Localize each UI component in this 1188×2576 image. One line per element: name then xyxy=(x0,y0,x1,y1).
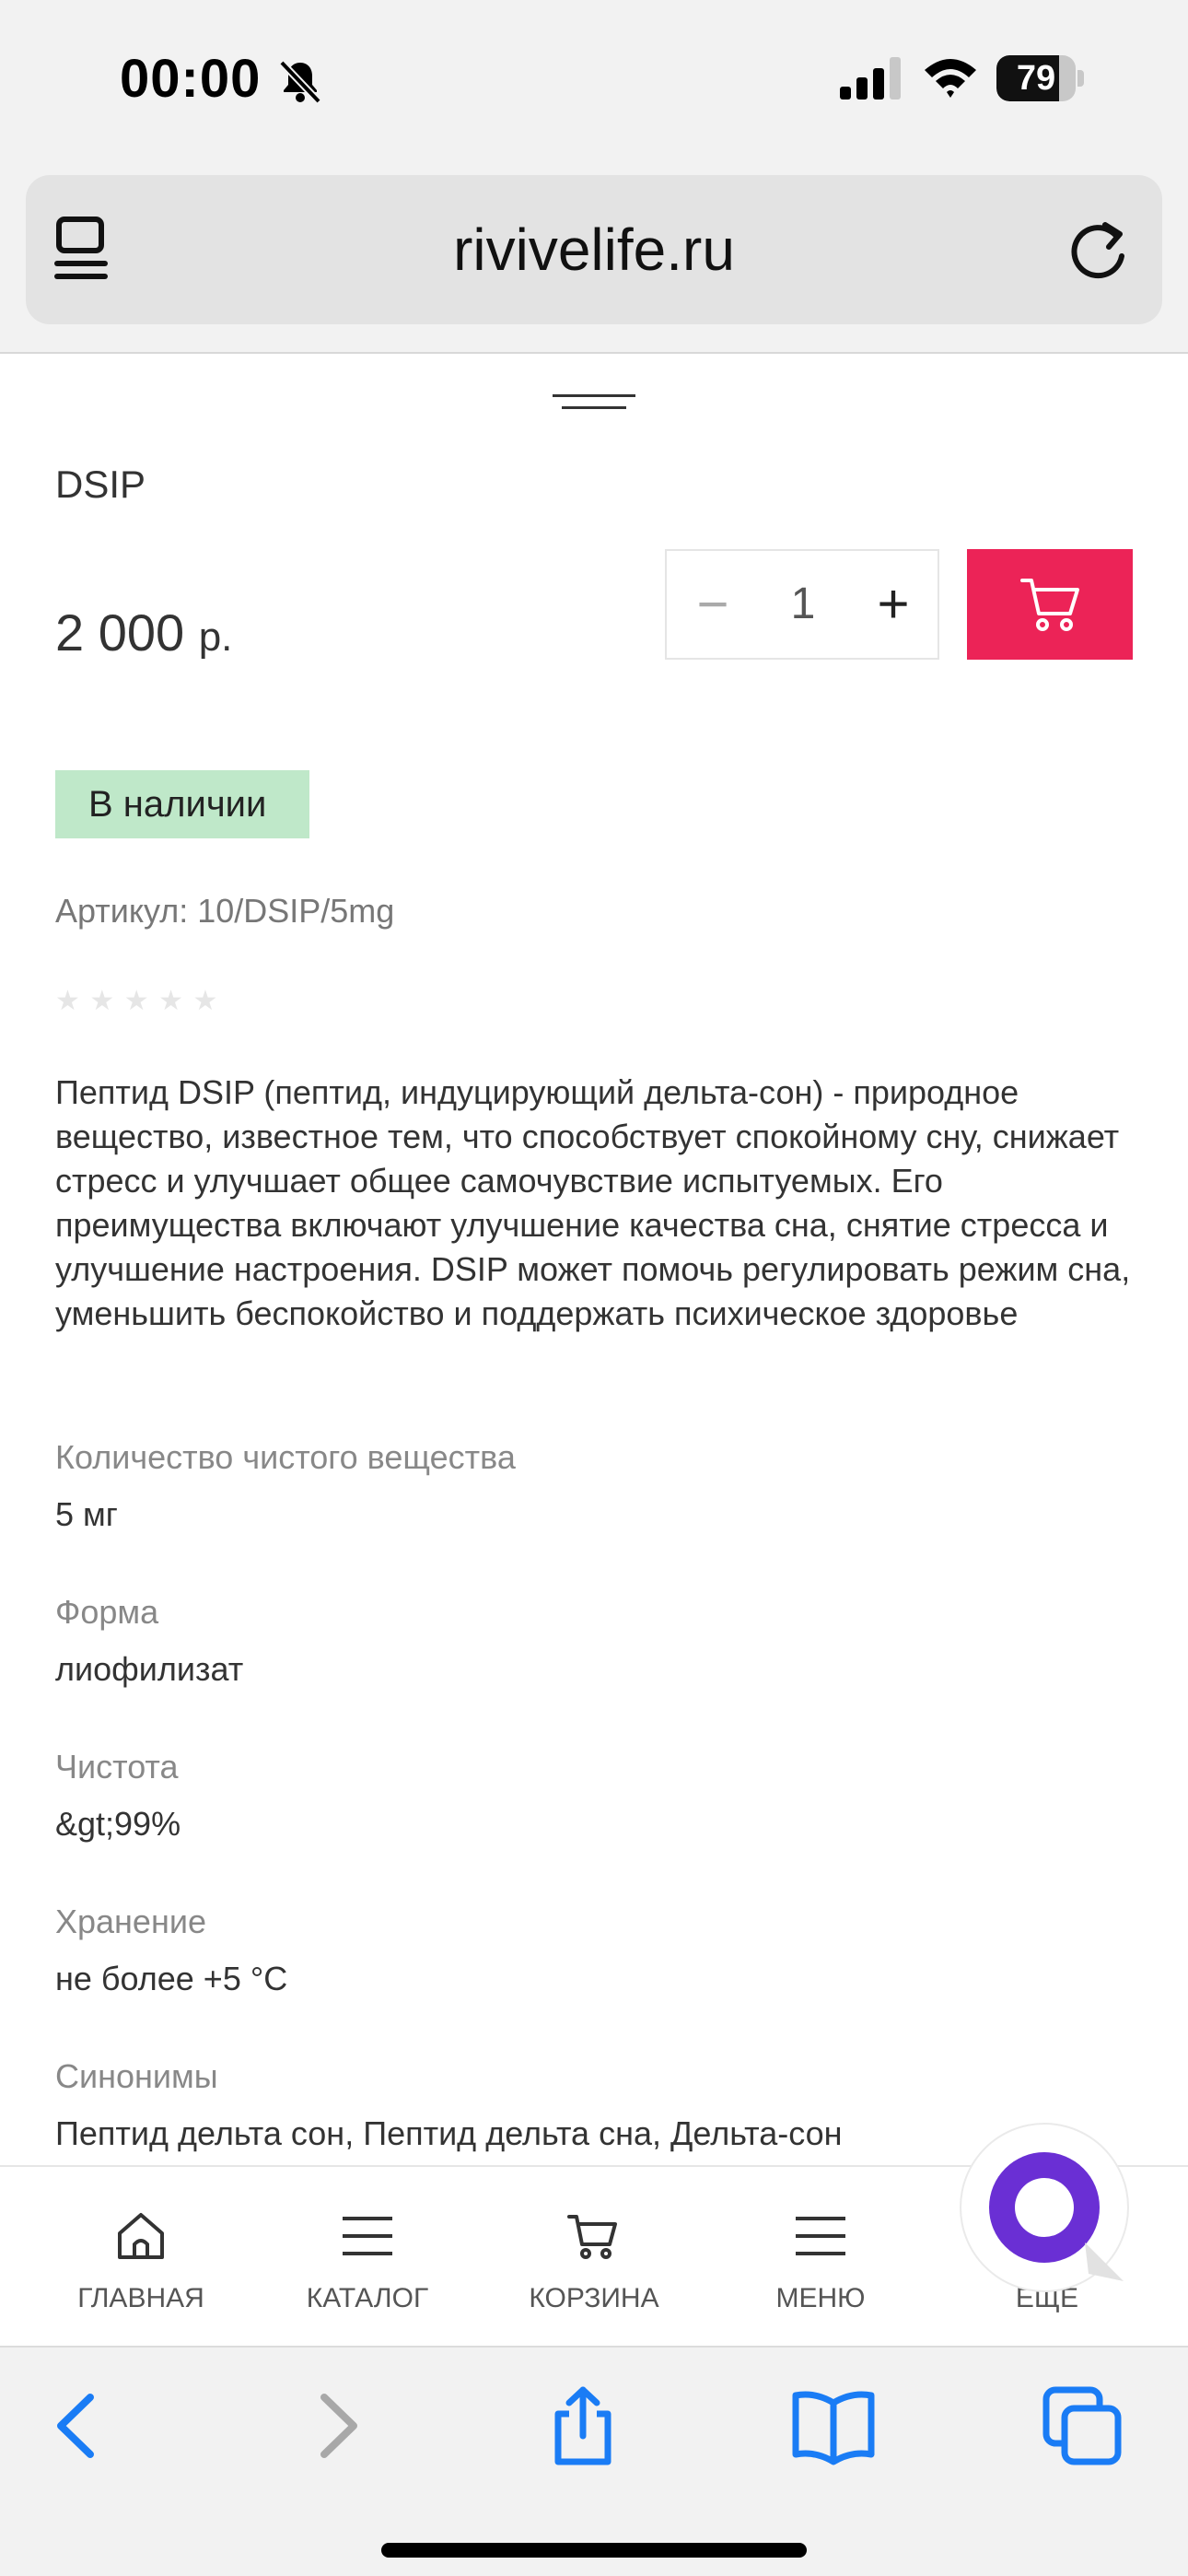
property-storage: Хранение не более +5 °C xyxy=(55,1902,1133,2001)
nav-home[interactable]: ГЛАВНАЯ xyxy=(28,2167,254,2348)
star-icon[interactable]: ★ xyxy=(158,988,183,1015)
add-to-cart-button[interactable] xyxy=(967,549,1133,660)
availability-badge: В наличии xyxy=(55,770,309,838)
product-price: 2 000 р. xyxy=(55,603,232,662)
sku-label: Артикул: xyxy=(55,892,198,930)
property-label: Количество чистого вещества xyxy=(55,1438,516,1476)
forward-icon[interactable] xyxy=(295,2384,378,2467)
star-icon[interactable]: ★ xyxy=(55,988,80,1015)
home-icon xyxy=(118,2213,164,2259)
cellular-signal-icon xyxy=(840,57,901,100)
property-value: лиофилизат xyxy=(55,1650,244,1688)
property-value: Пептид дельта сон, Пептид дельта сна, Де… xyxy=(55,2114,843,2152)
share-icon[interactable] xyxy=(542,2384,624,2467)
battery-indicator: 79 xyxy=(996,55,1085,101)
star-icon[interactable]: ★ xyxy=(192,988,217,1015)
wifi-icon xyxy=(925,59,976,98)
menu-icon xyxy=(796,2217,845,2255)
url-text[interactable]: rivivelife.ru xyxy=(26,175,1162,324)
property-synonyms: Синонимы Пептид дельта сон, Пептид дельт… xyxy=(55,2056,1133,2156)
star-icon[interactable]: ★ xyxy=(124,988,149,1015)
product-sku: Артикул: 10/DSIP/5mg xyxy=(55,892,394,931)
cart-icon xyxy=(567,2215,617,2259)
chat-bubble-tail-icon xyxy=(1085,2242,1124,2281)
drag-handle[interactable] xyxy=(553,394,635,415)
increase-quantity-button[interactable]: + xyxy=(847,551,939,658)
bell-off-icon xyxy=(279,60,321,104)
price-value: 2 000 xyxy=(55,603,185,662)
battery-percentage: 79 xyxy=(1016,59,1056,98)
property-label: Форма xyxy=(55,1593,159,1631)
status-time: 00:00 xyxy=(120,49,262,109)
address-bar[interactable]: rivivelife.ru xyxy=(26,175,1162,324)
reload-icon[interactable] xyxy=(1068,219,1129,280)
product-page: DSIP 2 000 р. − 1 + В наличии Артикул: 1… xyxy=(0,356,1188,2165)
property-purity: Чистота &gt;99% xyxy=(55,1747,1133,1846)
property-value: не более +5 °C xyxy=(55,1960,288,1997)
property-form: Форма лиофилизат xyxy=(55,1592,1133,1692)
star-icon[interactable]: ★ xyxy=(89,988,114,1015)
nav-cart[interactable]: КОРЗИНА xyxy=(481,2167,707,2348)
quantity-input[interactable]: 1 xyxy=(759,551,847,658)
catalog-icon xyxy=(343,2217,392,2255)
property-label: Чистота xyxy=(55,1748,179,1786)
nav-label: КОРЗИНА xyxy=(529,2283,659,2313)
cart-icon xyxy=(1020,579,1079,631)
browser-toolbar xyxy=(0,2346,1188,2576)
property-value: &gt;99% xyxy=(55,1805,181,1843)
sku-value: 10/DSIP/5mg xyxy=(197,892,395,930)
nav-label: КАТАЛОГ xyxy=(306,2283,429,2313)
product-title: DSIP xyxy=(55,463,146,506)
property-label: Синонимы xyxy=(55,2057,218,2095)
back-icon[interactable] xyxy=(37,2384,120,2467)
home-indicator xyxy=(381,2543,807,2558)
nav-label: ГЛАВНАЯ xyxy=(77,2283,204,2313)
nav-label: МЕНЮ xyxy=(775,2283,866,2313)
property-value: 5 мг xyxy=(55,1495,118,1533)
nav-menu[interactable]: МЕНЮ xyxy=(707,2167,934,2348)
decrease-quantity-button[interactable]: − xyxy=(667,551,759,658)
chat-icon xyxy=(989,2152,1100,2263)
bookmarks-icon[interactable] xyxy=(792,2384,875,2467)
property-label: Хранение xyxy=(55,1903,206,1940)
nav-catalog[interactable]: КАТАЛОГ xyxy=(254,2167,481,2348)
property-quantity: Количество чистого вещества 5 мг xyxy=(55,1437,1133,1537)
tabs-icon[interactable] xyxy=(1041,2384,1124,2467)
quantity-stepper: − 1 + xyxy=(665,549,939,660)
price-currency: р. xyxy=(198,615,233,660)
rating-stars[interactable]: ★ ★ ★ ★ ★ xyxy=(55,988,223,1015)
browser-top-chrome: 00:00 79 rivivelife.ru xyxy=(0,0,1188,354)
product-description: Пептид DSIP (пептид, индуцирующий дельта… xyxy=(55,1073,1131,1332)
